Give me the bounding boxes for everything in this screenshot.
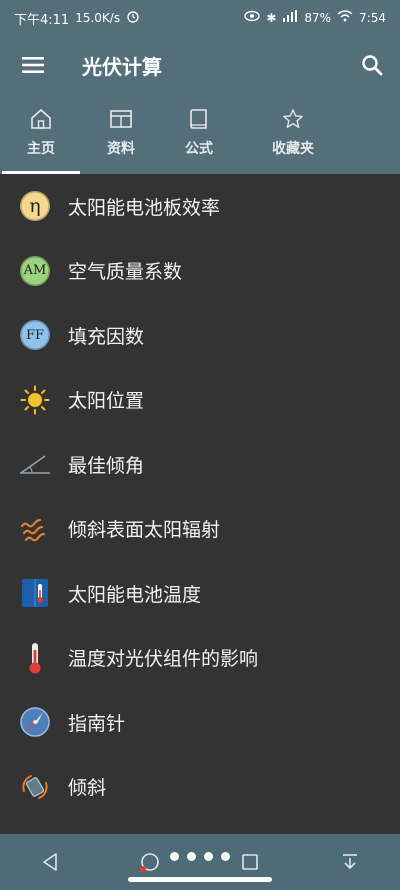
search-button[interactable]	[344, 36, 400, 94]
list-item[interactable]: 倾斜	[0, 755, 400, 820]
search-icon	[362, 55, 383, 76]
home-button[interactable]	[110, 842, 190, 882]
back-icon	[43, 853, 57, 871]
status-battery: 87%	[304, 11, 332, 25]
tab-home[interactable]: 主页	[2, 94, 80, 174]
home-circle-icon	[140, 853, 159, 872]
home-indicator[interactable]	[128, 877, 272, 882]
inclination-icon	[22, 774, 48, 799]
gesture-dots	[170, 852, 230, 861]
page-title: 光伏计算	[82, 54, 162, 79]
tilt-angle-icon	[20, 455, 50, 475]
tab-favorites[interactable]: 收藏夹	[238, 94, 348, 174]
bluetooth-icon: ✱	[266, 11, 277, 25]
list-item-label: 太阳能电池温度	[68, 583, 202, 606]
list-item-label: 太阳能电池板效率	[68, 196, 221, 219]
tab-bar: 主页 资料 公式 收藏夹	[0, 94, 400, 174]
tab-formula-label: 公式	[185, 141, 213, 157]
notification-pull-button[interactable]	[310, 842, 390, 882]
thermometer-icon	[29, 642, 41, 674]
list-item-label: 倾斜	[68, 777, 107, 800]
list-item-label: 最佳倾角	[68, 454, 145, 477]
gesture-dot	[221, 852, 230, 861]
table-icon	[110, 110, 132, 128]
list-item-label: 空气质量系数	[68, 261, 183, 284]
status-extra: 7:54	[359, 11, 386, 25]
tab-favorites-label: 收藏夹	[272, 141, 314, 157]
list-item[interactable]: FF 填充因数	[0, 303, 400, 368]
hamburger-icon	[22, 57, 44, 73]
list-item[interactable]: 指南针	[0, 690, 400, 755]
fill-factor-icon: FF	[20, 320, 50, 351]
compass-icon	[20, 707, 50, 738]
home-icon	[31, 108, 51, 129]
list-item[interactable]: 太阳能电池温度	[0, 561, 400, 626]
list-item-label: 倾斜表面太阳辐射	[68, 519, 221, 542]
eta-icon: η	[20, 191, 50, 222]
tab-data[interactable]: 资料	[82, 94, 160, 174]
list-item-label: 温度对光伏组件的影响	[68, 648, 259, 671]
list-item[interactable]: AM 空气质量系数	[0, 239, 400, 304]
calculator-list: η 太阳能电池板效率 AM 空气质量系数 FF 填充因数 太阳位置 最佳倾角 倾…	[0, 174, 400, 834]
list-item[interactable]: 最佳倾角	[0, 432, 400, 497]
menu-button[interactable]	[0, 36, 66, 94]
list-item[interactable]: 倾斜表面太阳辐射	[0, 497, 400, 562]
alarm-icon	[126, 9, 140, 27]
solar-cell-temp-icon	[22, 579, 48, 608]
radiation-waves-icon	[20, 518, 46, 542]
book-icon	[190, 109, 207, 129]
list-item[interactable]: η 太阳能电池板效率	[0, 174, 400, 239]
list-item[interactable]: 太阳位置	[0, 368, 400, 433]
tab-home-label: 主页	[27, 141, 55, 157]
sun-icon	[20, 385, 50, 415]
app-bar: 光伏计算	[0, 36, 400, 94]
gesture-dot	[170, 852, 179, 861]
gesture-dot	[204, 852, 213, 861]
list-item[interactable]: 温度对光伏组件的影响	[0, 626, 400, 691]
list-item-label: 填充因数	[68, 325, 145, 348]
pull-down-icon	[343, 854, 357, 870]
star-icon	[283, 109, 303, 128]
eye-icon	[244, 10, 261, 26]
gesture-dot	[187, 852, 196, 861]
status-bar: 下午4:11 15.0K/s ✱ 87% 7:54	[0, 0, 400, 36]
status-net-speed: 15.0K/s	[75, 11, 121, 25]
recents-button[interactable]	[210, 842, 290, 882]
list-item-label: 太阳位置	[68, 390, 145, 413]
tab-data-label: 资料	[107, 141, 135, 157]
back-button[interactable]	[10, 842, 90, 882]
signal-icon	[282, 10, 298, 26]
air-mass-icon: AM	[20, 255, 50, 286]
list-item-label: 指南针	[68, 712, 126, 735]
tab-formula[interactable]: 公式	[160, 94, 238, 174]
status-time: 下午4:11	[14, 12, 70, 28]
recents-icon	[242, 854, 258, 870]
wifi-icon	[337, 10, 353, 26]
